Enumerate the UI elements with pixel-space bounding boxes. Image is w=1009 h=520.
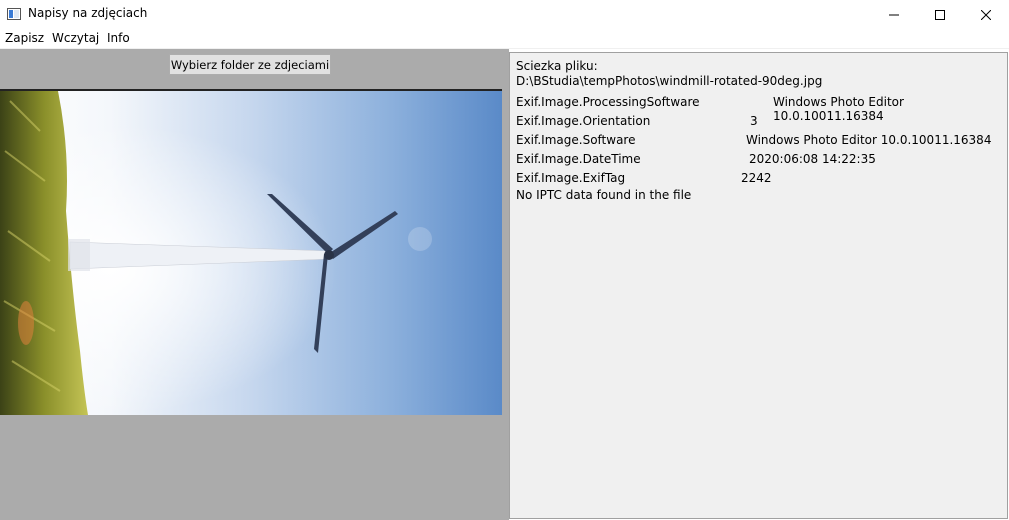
exif-value-orientation: 3 bbox=[750, 114, 758, 128]
iptc-message: No IPTC data found in the file bbox=[516, 188, 692, 202]
image-panel: Wybierz folder ze zdjeciami bbox=[0, 49, 509, 520]
maximize-button[interactable] bbox=[917, 0, 963, 29]
close-button[interactable] bbox=[963, 0, 1009, 29]
path-label: Sciezka pliku: bbox=[516, 59, 598, 73]
menu-zapisz[interactable]: Zapisz bbox=[5, 31, 44, 45]
metadata-panel: Sciezka pliku: D:\BStudia\tempPhotos\win… bbox=[509, 52, 1008, 519]
exif-key-exiftag: Exif.Image.ExifTag bbox=[516, 171, 626, 185]
choose-folder-button[interactable]: Wybierz folder ze zdjeciami bbox=[169, 54, 331, 75]
menu-info[interactable]: Info bbox=[107, 31, 130, 45]
exif-value-processing-software: Windows Photo Editor 10.0.10011.16384 bbox=[773, 95, 904, 123]
menu-bar: Zapisz Wczytaj Info bbox=[0, 29, 1009, 48]
exif-key-datetime: Exif.Image.DateTime bbox=[516, 152, 641, 166]
exif-key-software: Exif.Image.Software bbox=[516, 133, 636, 147]
exif-key-processing-software: Exif.Image.ProcessingSoftware bbox=[516, 95, 700, 109]
window-title: Napisy na zdjęciach bbox=[28, 6, 148, 20]
app-icon bbox=[7, 8, 21, 20]
path-value: D:\BStudia\tempPhotos\windmill-rotated-9… bbox=[516, 74, 823, 88]
minimize-icon bbox=[889, 14, 899, 15]
minimize-button[interactable] bbox=[871, 0, 917, 29]
exif-value-datetime: 2020:06:08 14:22:35 bbox=[749, 152, 876, 166]
title-bar: Napisy na zdjęciach bbox=[0, 0, 1009, 29]
exif-value-exiftag: 2242 bbox=[741, 171, 772, 185]
exif-key-orientation: Exif.Image.Orientation bbox=[516, 114, 651, 128]
maximize-icon bbox=[935, 9, 945, 20]
exif-value-software: Windows Photo Editor 10.0.10011.16384 bbox=[746, 133, 992, 147]
photo-preview[interactable] bbox=[0, 89, 502, 415]
menu-wczytaj[interactable]: Wczytaj bbox=[52, 31, 99, 45]
windmill-photo bbox=[0, 91, 502, 415]
close-icon bbox=[981, 9, 991, 20]
